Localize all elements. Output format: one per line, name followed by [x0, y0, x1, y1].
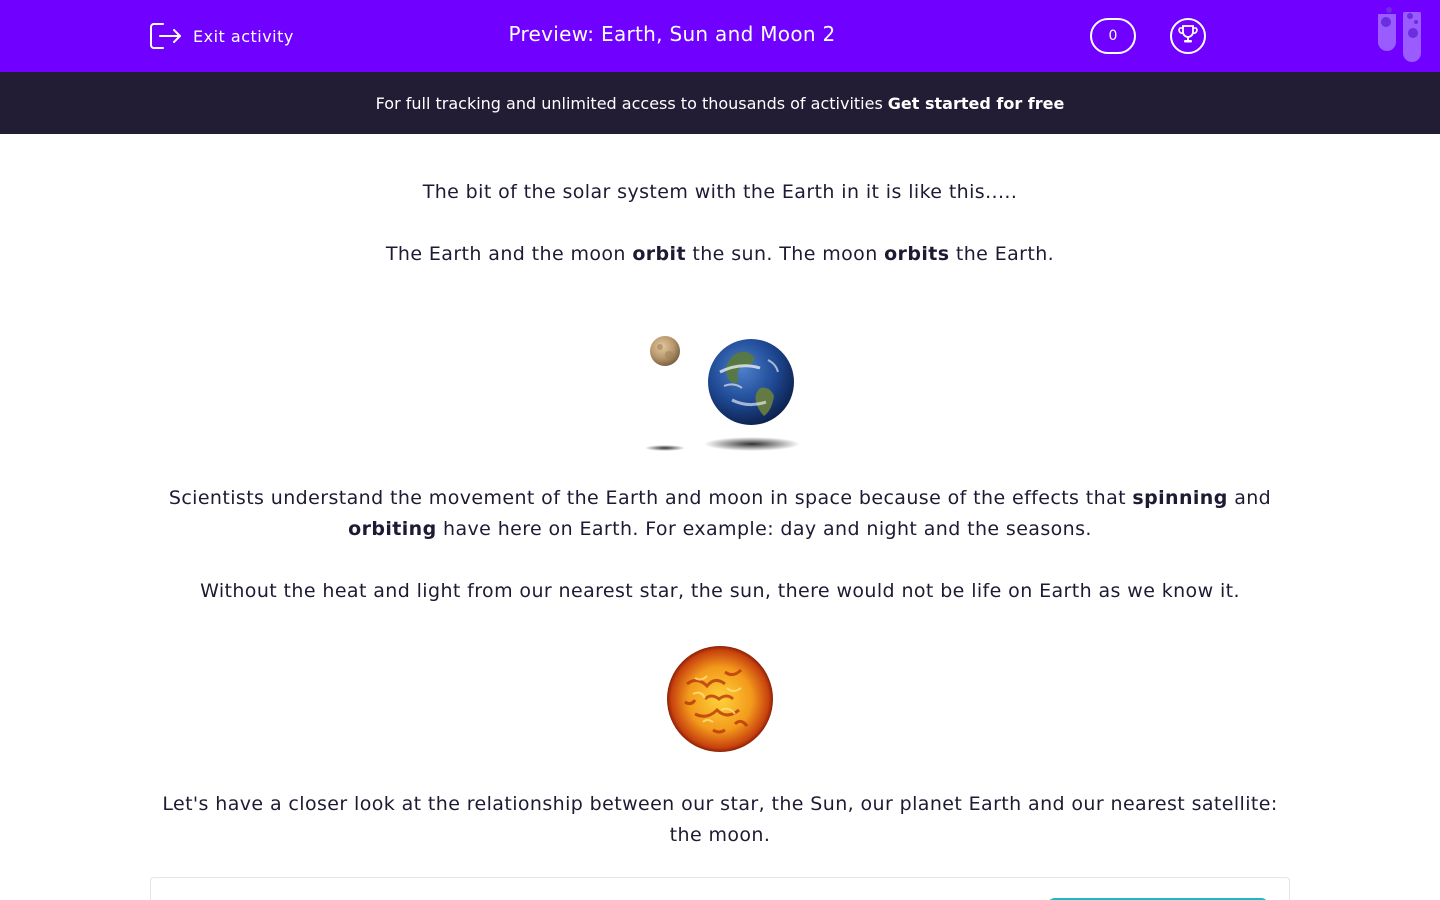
earth-image	[708, 339, 794, 425]
promo-banner: For full tracking and unlimited access t…	[0, 72, 1440, 134]
trophy-icon	[1177, 23, 1199, 49]
sun-image	[665, 644, 775, 759]
intro-paragraph: The bit of the solar system with the Ear…	[422, 181, 1018, 203]
text-run: Scientists understand the movement of th…	[168, 487, 1133, 509]
bold-term: orbits	[884, 243, 950, 265]
test-tubes-logo-icon	[1376, 0, 1424, 68]
text-run: have here on Earth. For example: day and…	[436, 518, 1092, 540]
bold-term: orbiting	[348, 518, 437, 540]
bold-term: spinning	[1132, 487, 1228, 509]
earth-shadow	[704, 437, 800, 451]
orbit-paragraph: The Earth and the moon orbit the sun. Th…	[150, 239, 1290, 270]
text-run: The Earth and the moon	[385, 243, 633, 265]
bold-term: orbit	[632, 243, 686, 265]
earth-moon-illustration	[640, 330, 810, 461]
text-run: the sun. The moon	[685, 243, 885, 265]
text-run: and	[1227, 487, 1272, 509]
moon-image	[650, 336, 680, 366]
top-bar: Exit activity Preview: Earth, Sun and Mo…	[0, 0, 1440, 72]
scientists-paragraph: Scientists understand the movement of th…	[150, 483, 1290, 545]
get-started-link[interactable]: Get started for free	[888, 94, 1065, 113]
score-value: 0	[1108, 28, 1118, 44]
page-title: Preview: Earth, Sun and Moon 2	[508, 22, 836, 46]
text-run: the Earth.	[949, 243, 1055, 265]
sun-paragraph: Without the heat and light from our near…	[200, 580, 1240, 602]
moon-shadow	[645, 445, 685, 451]
promo-text: For full tracking and unlimited access t…	[375, 93, 883, 113]
question-card	[150, 877, 1290, 900]
closer-look-paragraph: Let's have a closer look at the relation…	[162, 793, 1278, 846]
score-counter: 0	[1090, 18, 1136, 54]
trophy-button[interactable]	[1170, 18, 1206, 54]
